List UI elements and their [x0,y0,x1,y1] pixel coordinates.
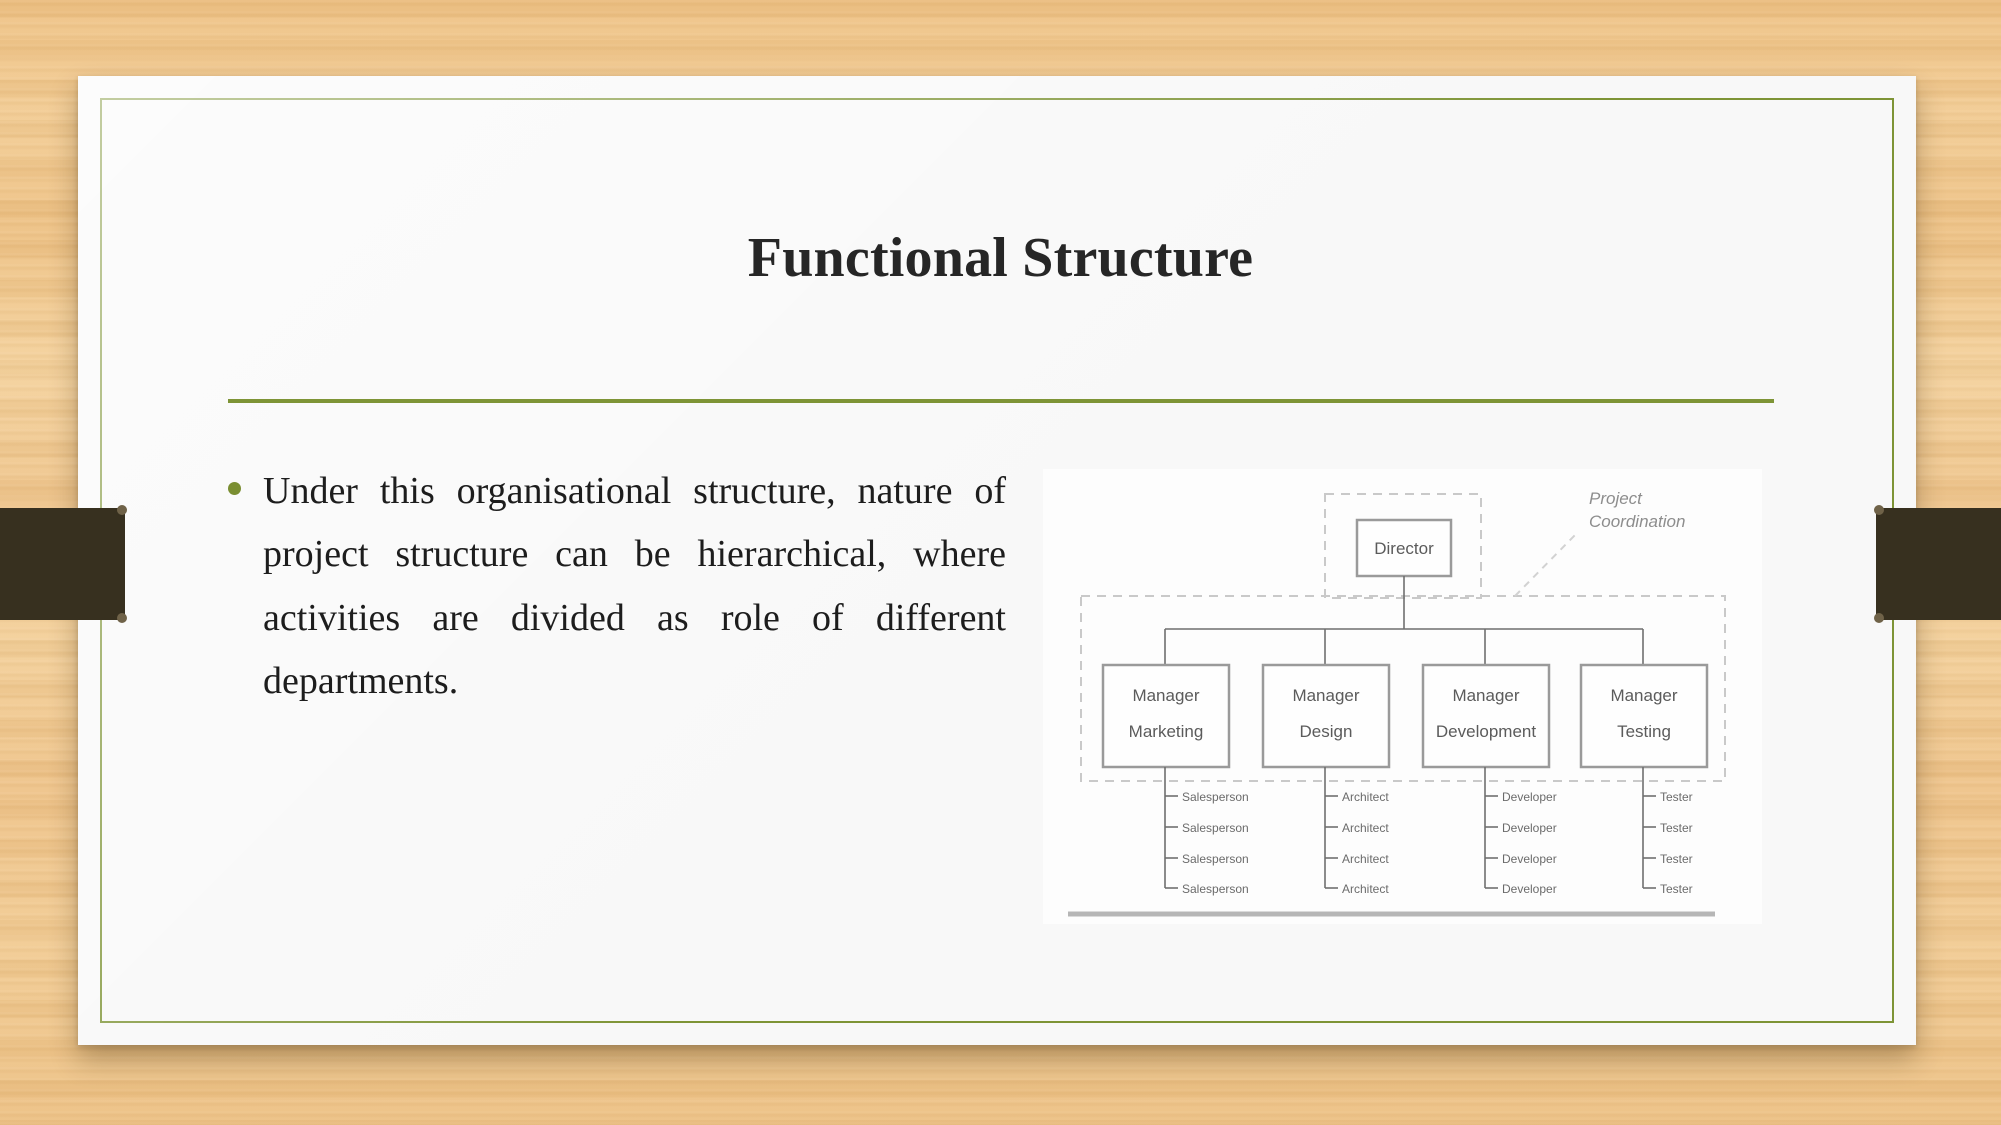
node-box-manager-development [1421,663,1551,769]
staff-label: Salesperson [1182,882,1249,896]
manager-node-2: Manager Design [1261,663,1391,769]
title-divider [228,399,1774,403]
node-label-manager-3-line1: Manager [1452,686,1519,705]
decorative-ribbon-left [0,505,127,623]
staff-label: Architect [1342,790,1389,804]
org-chart-image: Project Coordination Director Manager Ma… [1043,469,1762,924]
ribbon-knob-icon [117,613,127,623]
staff-label: Developer [1502,852,1557,866]
staff-label: Architect [1342,821,1389,835]
manager-node-1: Manager Marketing [1101,663,1231,769]
manager-node-4: Manager Testing [1579,663,1709,769]
coordination-label-line1: Project [1589,489,1643,508]
staff-label: Salesperson [1182,790,1249,804]
bullet-item-text: Under this organisational structure, nat… [263,470,1006,703]
ribbon-knob-icon [1874,613,1884,623]
bullet-point-icon [228,482,241,495]
manager-node-3: Manager Development [1421,663,1551,769]
node-label-manager-3-line2: Development [1436,722,1536,741]
staff-label: Architect [1342,882,1389,896]
ribbon-knob-icon [117,505,127,515]
staff-label: Architect [1342,852,1389,866]
staff-label: Developer [1502,790,1557,804]
node-label-manager-2-line1: Manager [1292,686,1359,705]
node-box-manager-testing [1579,663,1709,769]
decorative-ribbon-right [1874,505,2001,623]
staff-label: Salesperson [1182,821,1249,835]
node-label-manager-4-line1: Manager [1610,686,1677,705]
node-label-manager-4-line2: Testing [1617,722,1671,741]
staff-label: Tester [1660,852,1693,866]
staff-label: Tester [1660,821,1693,835]
staff-label: Salesperson [1182,852,1249,866]
page-title: Functional Structure [747,227,1254,289]
staff-label: Tester [1660,882,1693,896]
node-label-manager-2-line2: Design [1300,722,1353,741]
staff-label: Tester [1660,790,1693,804]
ribbon-knob-icon [1874,505,1884,515]
org-chart-svg: Project Coordination Director Manager Ma… [1043,469,1762,924]
staff-label: Developer [1502,821,1557,835]
node-label-manager-1-line1: Manager [1132,686,1199,705]
staff-label: Developer [1502,882,1557,896]
node-label-manager-1-line2: Marketing [1129,722,1204,741]
bullet-list: Under this organisational structure, nat… [228,460,1006,714]
node-box-manager-marketing [1101,663,1231,769]
coordination-label-line2: Coordination [1589,512,1685,531]
node-label-director: Director [1374,539,1434,558]
node-box-manager-design [1261,663,1391,769]
